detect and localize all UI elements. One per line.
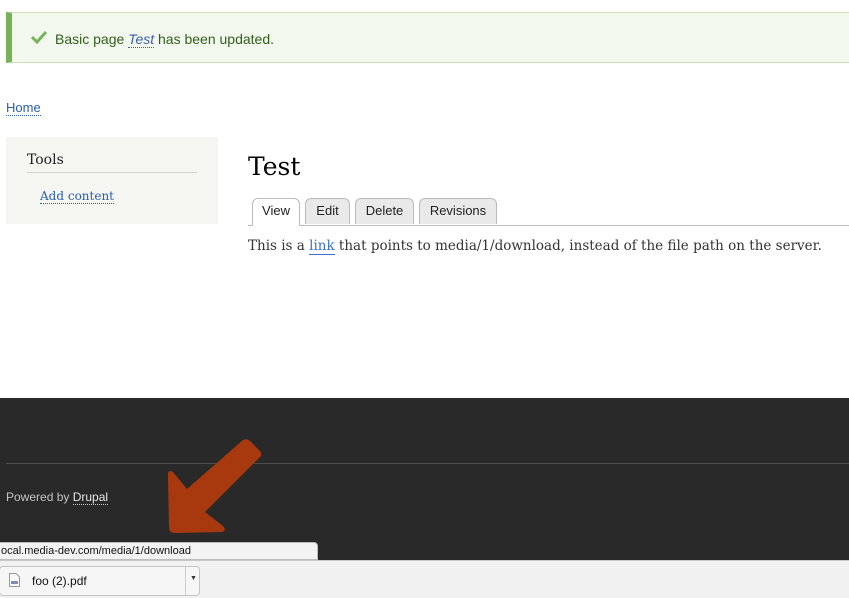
checkmark-icon: [30, 30, 48, 45]
download-item[interactable]: foo (2).pdf ▼: [0, 566, 200, 596]
drupal-link[interactable]: Drupal: [72, 490, 109, 505]
caret-down-icon[interactable]: ▼: [190, 575, 197, 582]
breadcrumb-home[interactable]: Home: [6, 100, 41, 116]
page-title: Test: [248, 152, 301, 181]
body-suffix: that points to media/1/download, instead…: [334, 238, 822, 254]
tab-view[interactable]: View: [252, 198, 300, 226]
powered-by: Powered by Drupal: [6, 490, 109, 505]
body-prefix: This is a: [248, 238, 310, 254]
footer-divider: [6, 463, 849, 464]
tab-revisions[interactable]: Revisions: [419, 198, 497, 224]
breadcrumb: Home: [6, 100, 41, 116]
message-prefix: Basic page: [55, 31, 129, 47]
local-tasks-tabs: View Edit Delete Revisions: [248, 197, 849, 226]
message-node-link[interactable]: Test: [128, 31, 155, 48]
body-download-link[interactable]: link: [309, 238, 335, 255]
tab-edit[interactable]: Edit: [305, 198, 350, 224]
tools-block: Tools Add content: [6, 137, 218, 224]
arrow-icon: [168, 439, 262, 533]
status-message: Basic page Test has been updated.: [6, 12, 849, 63]
status-message-text: Basic page Test has been updated.: [55, 31, 275, 48]
tab-delete[interactable]: Delete: [355, 198, 414, 224]
pdf-file-icon: [9, 573, 20, 587]
download-separator: [185, 567, 186, 595]
download-filename: foo (2).pdf: [32, 574, 87, 588]
download-bar: foo (2).pdf ▼: [0, 560, 849, 598]
status-bar-url: ocal.media-dev.com/media/1/download: [0, 542, 318, 560]
node-body: This is a link that points to media/1/do…: [248, 238, 822, 255]
tools-block-title: Tools: [27, 152, 197, 173]
message-suffix: has been updated.: [154, 31, 275, 47]
add-content-link[interactable]: Add content: [40, 189, 114, 204]
powered-by-prefix: Powered by: [6, 490, 73, 504]
